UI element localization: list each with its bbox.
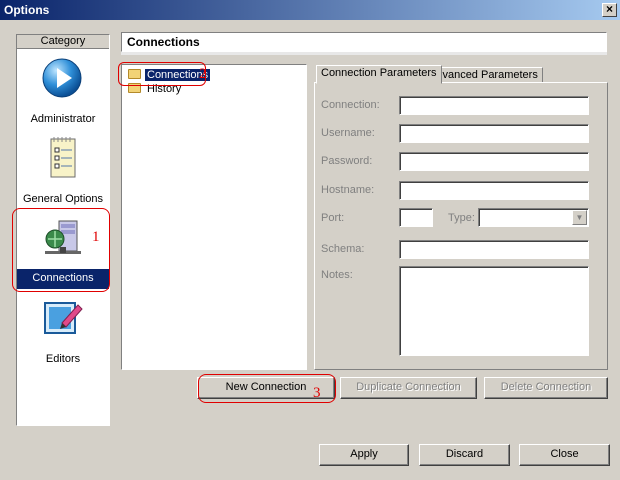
category-label-editors: Editors bbox=[45, 353, 81, 365]
annotation-number-2: 2 bbox=[199, 66, 207, 82]
category-header: Category bbox=[17, 35, 109, 49]
close-icon: × bbox=[605, 2, 613, 16]
password-field[interactable] bbox=[399, 152, 589, 171]
annotation-box-2 bbox=[118, 62, 206, 86]
username-label: Username: bbox=[321, 127, 375, 139]
close-window-button[interactable]: × bbox=[602, 3, 617, 17]
tab-connection-parameters[interactable]: Connection Parameters bbox=[316, 65, 442, 84]
port-label: Port: bbox=[321, 212, 345, 224]
username-field[interactable] bbox=[399, 124, 589, 143]
hostname-label: Hostname: bbox=[321, 184, 375, 196]
editors-icon bbox=[44, 302, 83, 334]
annotation-number-1: 1 bbox=[92, 229, 100, 245]
category-item-editors[interactable]: Editors bbox=[17, 293, 109, 371]
duplicate-connection-button[interactable]: Duplicate Connection bbox=[340, 377, 477, 399]
tab-advanced-parameters[interactable]: Advanced Parameters bbox=[424, 67, 543, 83]
schema-field[interactable] bbox=[399, 240, 589, 259]
category-item-administrator[interactable]: Administrator bbox=[17, 53, 109, 131]
notes-label: Notes: bbox=[321, 269, 353, 281]
connections-tree[interactable]: Connections History bbox=[121, 64, 307, 370]
hostname-field[interactable] bbox=[399, 181, 589, 200]
administrator-icon bbox=[42, 58, 82, 98]
window-title: Options bbox=[4, 3, 50, 17]
panel-title: Connections bbox=[121, 32, 607, 52]
close-button[interactable]: Close bbox=[519, 444, 610, 466]
type-label: Type: bbox=[448, 212, 475, 224]
delete-connection-button[interactable]: Delete Connection bbox=[484, 377, 608, 399]
category-label-administrator: Administrator bbox=[30, 113, 96, 125]
panel-title-underline bbox=[121, 52, 607, 55]
password-label: Password: bbox=[321, 155, 373, 167]
type-select[interactable]: ▼ bbox=[478, 208, 589, 227]
schema-label: Schema: bbox=[321, 243, 365, 255]
general-options-icon bbox=[50, 137, 76, 178]
annotation-box-1 bbox=[12, 208, 110, 292]
category-label-general-options: General Options bbox=[22, 193, 104, 205]
discard-button[interactable]: Discard bbox=[419, 444, 510, 466]
chevron-down-icon[interactable]: ▼ bbox=[572, 210, 587, 225]
category-item-general-options[interactable]: General Options bbox=[17, 133, 109, 211]
connection-field[interactable] bbox=[399, 96, 589, 115]
title-bar: Options × bbox=[0, 0, 620, 20]
apply-button[interactable]: Apply bbox=[319, 444, 409, 466]
notes-field[interactable] bbox=[399, 266, 589, 356]
port-field[interactable] bbox=[399, 208, 433, 227]
annotation-number-3: 3 bbox=[313, 385, 321, 401]
connection-label: Connection: bbox=[321, 99, 380, 111]
